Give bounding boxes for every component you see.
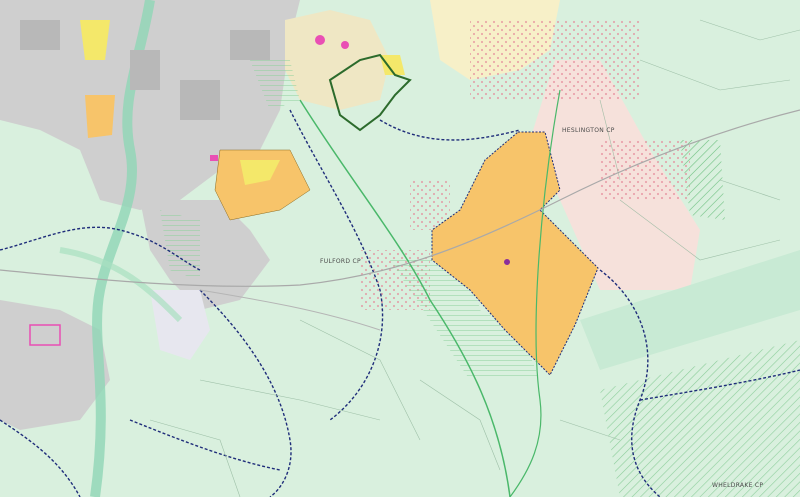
map-canvas (0, 0, 800, 497)
label-fulford-cp: FULFORD CP (320, 258, 361, 265)
magenta-marker-2 (341, 41, 349, 49)
site-marker (504, 259, 510, 265)
magenta-marker-3 (210, 155, 218, 161)
residential-yellow-1 (80, 20, 110, 60)
planning-map[interactable]: FULFORD CP HESLINGTON CP WHELDRAKE CP (0, 0, 800, 497)
label-wheldrake-cp: WHELDRAKE CP (712, 482, 764, 489)
magenta-marker-1 (315, 35, 325, 45)
label-heslington-cp: HESLINGTON CP (562, 127, 615, 134)
dots-north (470, 20, 640, 100)
allocation-west (85, 95, 115, 138)
